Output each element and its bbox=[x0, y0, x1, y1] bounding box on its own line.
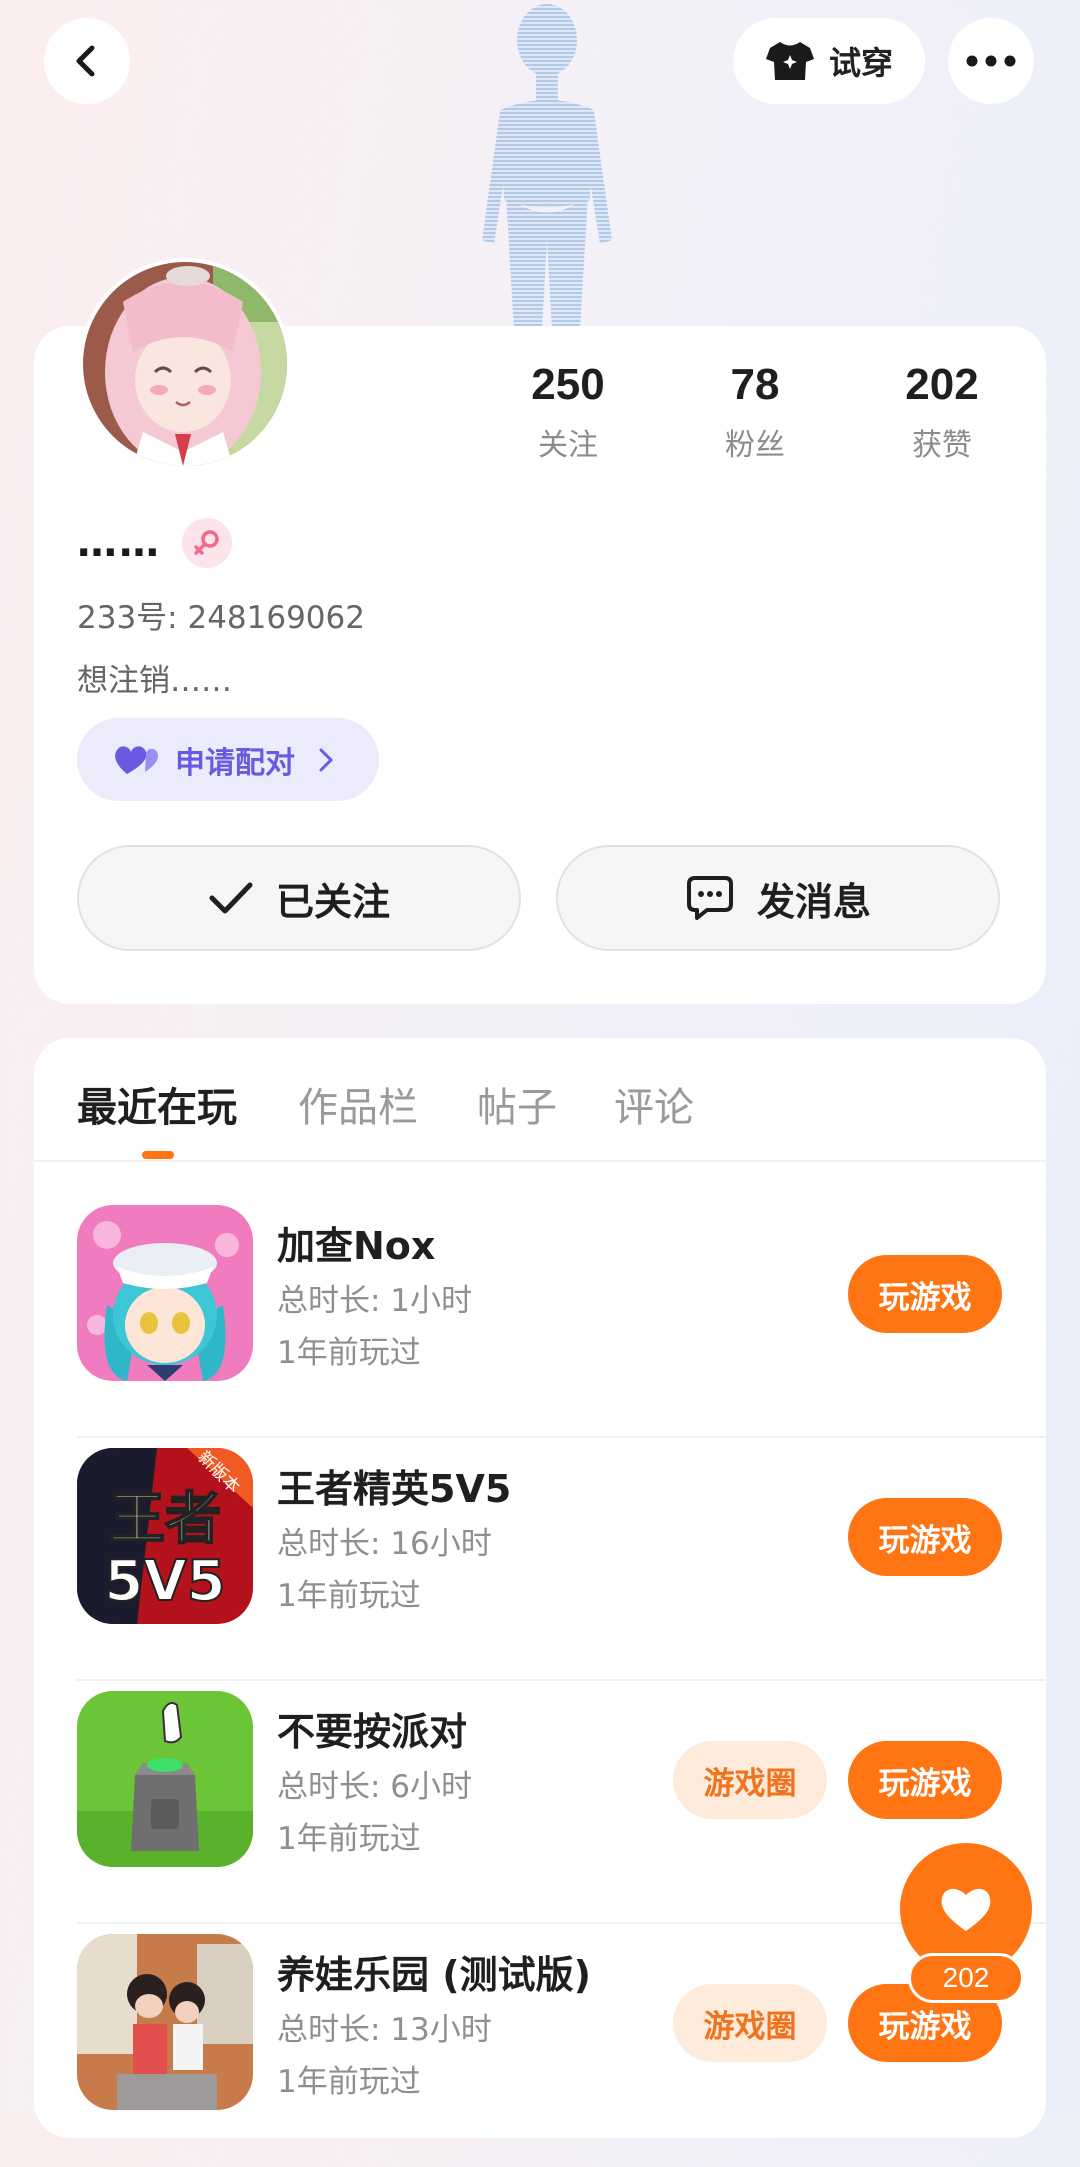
message-button[interactable]: 发消息 bbox=[556, 845, 1000, 951]
more-dots-icon bbox=[966, 55, 1016, 67]
game-row[interactable]: 加查Nox 总时长: 1小时 1年前玩过 玩游戏 bbox=[77, 1195, 1047, 1438]
game-icon-dont-press-party bbox=[77, 1691, 253, 1867]
game-duration: 总时长: 16小时 bbox=[277, 1526, 492, 1562]
avatar[interactable] bbox=[79, 258, 291, 470]
game-duration: 总时长: 6小时 bbox=[277, 1769, 473, 1805]
tab-comments[interactable]: 评论 bbox=[614, 1075, 694, 1133]
game-last-played: 1年前玩过 bbox=[277, 1335, 421, 1371]
message-label: 发消息 bbox=[756, 879, 871, 924]
game-name: 养娃乐园 (测试版) bbox=[277, 1953, 591, 1997]
game-circle-button[interactable]: 游戏圈 bbox=[673, 1741, 827, 1819]
tab-posts[interactable]: 帖子 bbox=[477, 1075, 557, 1133]
follow-label: 已关注 bbox=[275, 879, 390, 924]
user-bio: 想注销…… bbox=[77, 663, 232, 699]
user-id: 233号: 248169062 bbox=[77, 600, 365, 636]
heart-icon bbox=[941, 1888, 991, 1931]
tab-active-indicator bbox=[142, 1151, 174, 1159]
play-game-button[interactable]: 玩游戏 bbox=[848, 1741, 1002, 1819]
game-last-played: 1年前玩过 bbox=[277, 1578, 421, 1614]
female-icon bbox=[194, 530, 219, 555]
stat-likes[interactable]: 202 获赞 bbox=[862, 360, 1022, 464]
chevron-right-icon bbox=[319, 748, 334, 771]
stat-likes-label: 获赞 bbox=[912, 428, 972, 463]
game-row[interactable]: 养娃乐园 (测试版) 总时长: 13小时 1年前玩过 游戏圈 玩游戏 bbox=[77, 1924, 1047, 2167]
game-name: 不要按派对 bbox=[277, 1710, 468, 1754]
check-icon bbox=[209, 882, 253, 914]
try-on-button[interactable]: 试穿 bbox=[733, 18, 925, 104]
stat-likes-count: 202 bbox=[905, 360, 979, 409]
stat-following[interactable]: 250 关注 bbox=[488, 360, 648, 464]
match-button[interactable]: 申请配对 bbox=[77, 718, 379, 801]
avatar-figure-hologram bbox=[440, 0, 640, 330]
stat-following-label: 关注 bbox=[538, 428, 598, 463]
stat-fans-count: 78 bbox=[730, 360, 780, 409]
follow-button[interactable]: 已关注 bbox=[77, 845, 521, 951]
more-button[interactable] bbox=[948, 18, 1034, 104]
icon-title-bottom: 5V5 bbox=[104, 1549, 225, 1614]
hearts-icon bbox=[115, 745, 159, 774]
tab-recent[interactable]: 最近在玩 bbox=[77, 1075, 237, 1133]
chevron-left-icon bbox=[76, 45, 95, 77]
stat-fans[interactable]: 78 粉丝 bbox=[675, 360, 835, 464]
stat-fans-label: 粉丝 bbox=[725, 428, 785, 463]
play-game-button[interactable]: 玩游戏 bbox=[848, 1255, 1002, 1333]
tab-works[interactable]: 作品栏 bbox=[298, 1075, 418, 1133]
username: …… bbox=[77, 520, 161, 566]
game-icon-wangzhe: 新版本 王者 5V5 bbox=[77, 1448, 253, 1624]
back-button[interactable] bbox=[44, 18, 130, 104]
icon-title-top: 王者 bbox=[109, 1487, 221, 1552]
game-name: 加查Nox bbox=[277, 1224, 436, 1268]
game-row[interactable]: 新版本 王者 5V5 王者精英5V5 总时长: 16小时 1年前玩过 玩游戏 bbox=[77, 1438, 1047, 1681]
game-duration: 总时长: 1小时 bbox=[277, 1283, 473, 1319]
like-count: 202 bbox=[942, 1962, 990, 1993]
tabs-divider bbox=[34, 1160, 1046, 1162]
match-label: 申请配对 bbox=[175, 745, 295, 781]
game-icon-yangwa-park bbox=[77, 1934, 253, 2110]
shirt-sparkle-icon bbox=[765, 42, 814, 80]
game-row[interactable]: 不要按派对 总时长: 6小时 1年前玩过 游戏圈 玩游戏 bbox=[77, 1681, 1047, 1924]
like-count-badge: 202 bbox=[908, 1953, 1024, 2003]
try-on-label: 试穿 bbox=[828, 44, 893, 82]
game-duration: 总时长: 13小时 bbox=[277, 2012, 492, 2048]
game-last-played: 1年前玩过 bbox=[277, 2064, 421, 2100]
chat-bubble-icon bbox=[686, 876, 733, 920]
gender-badge bbox=[182, 518, 232, 568]
play-game-button[interactable]: 玩游戏 bbox=[848, 1498, 1002, 1576]
game-name: 王者精英5V5 bbox=[277, 1467, 512, 1511]
stat-following-count: 250 bbox=[531, 360, 605, 409]
game-circle-button[interactable]: 游戏圈 bbox=[673, 1984, 827, 2062]
game-last-played: 1年前玩过 bbox=[277, 1821, 421, 1857]
game-icon-gacha-nox bbox=[77, 1205, 253, 1381]
